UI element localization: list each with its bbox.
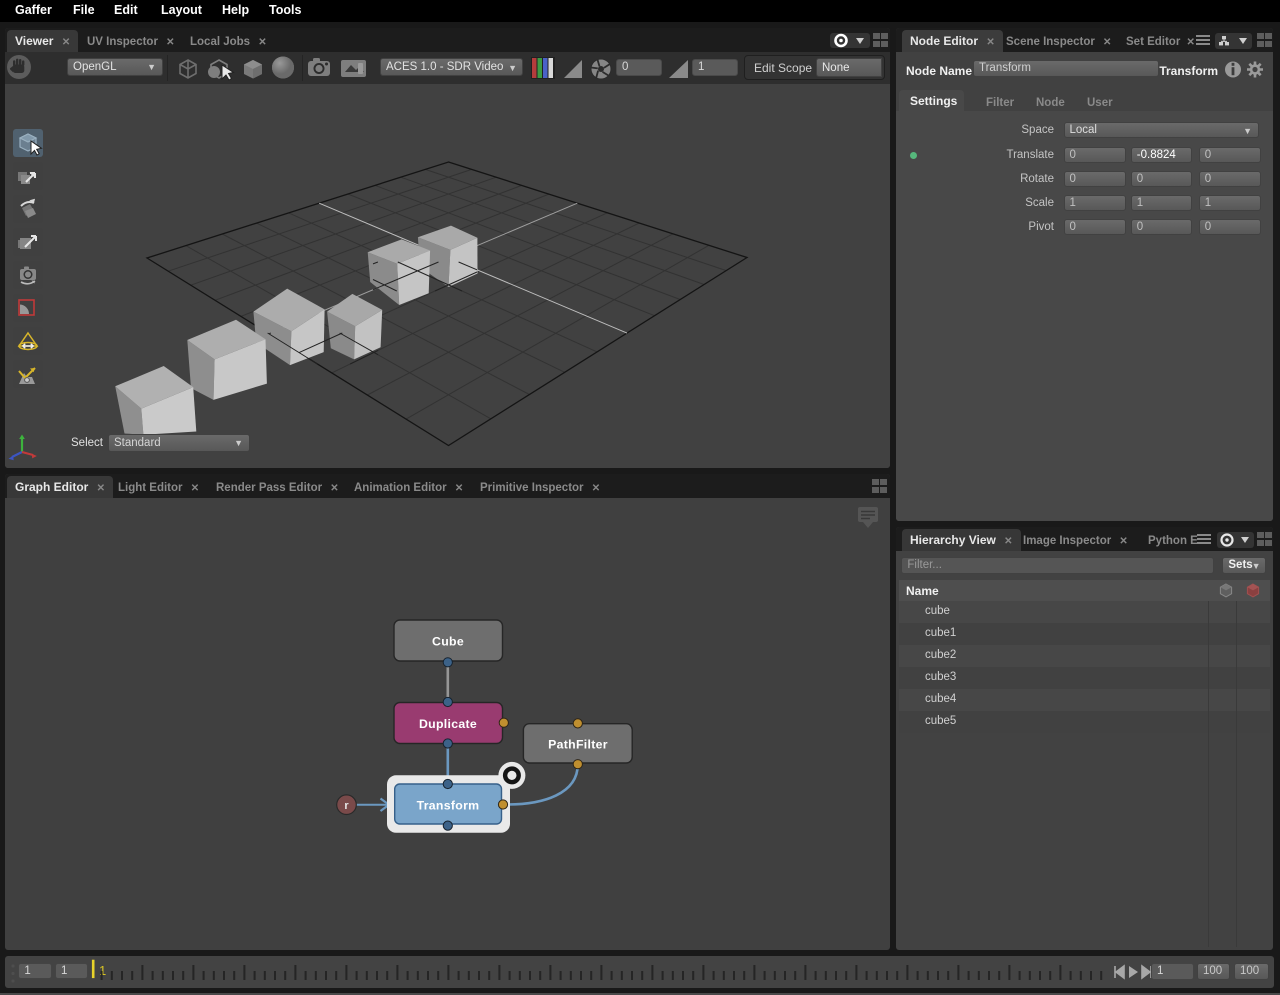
svg-text:1: 1 (99, 963, 106, 978)
svg-text:PathFilter: PathFilter (548, 738, 608, 752)
svg-text:r: r (344, 800, 349, 812)
svg-text:Duplicate: Duplicate (419, 717, 477, 731)
svg-text:Cube: Cube (432, 635, 464, 649)
svg-text:Transform: Transform (417, 799, 480, 813)
